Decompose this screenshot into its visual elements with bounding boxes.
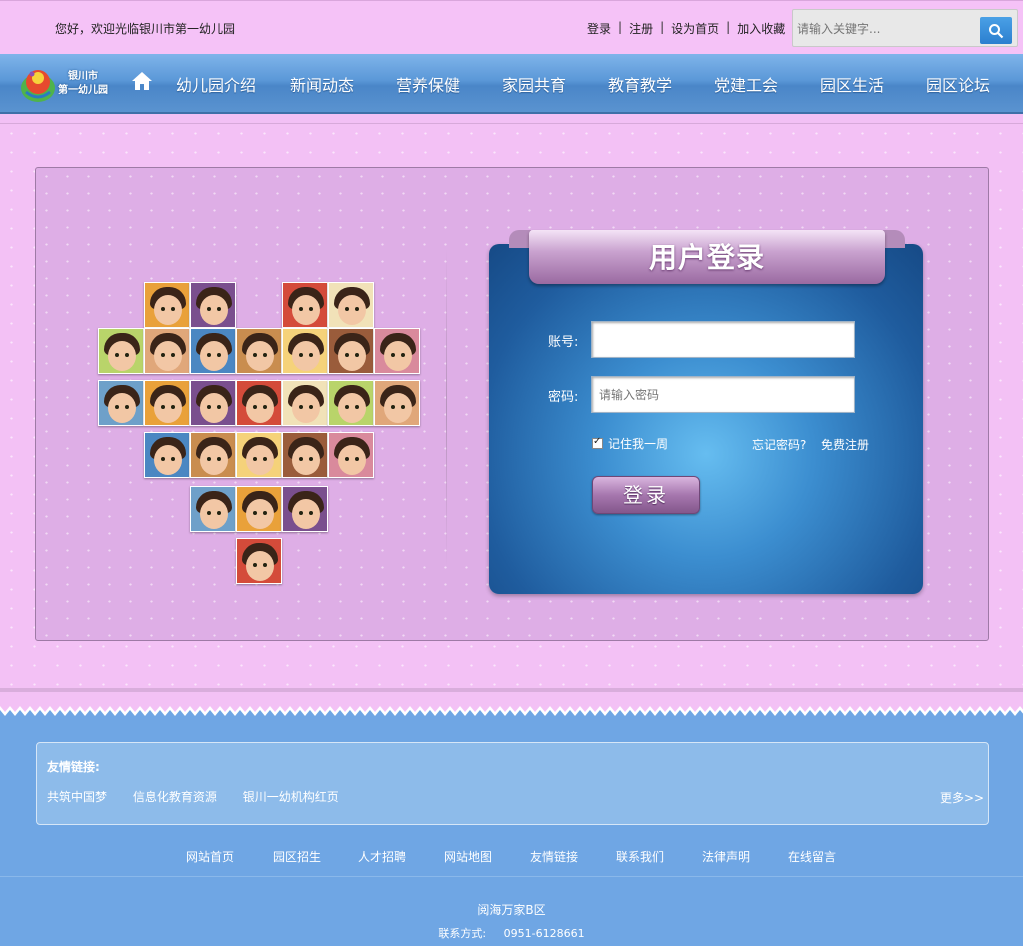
top-bar: 您好，欢迎光临银川市第一幼儿园 登录 | 注册 | 设为首页 | 加入收藏 [0, 0, 1023, 54]
child-photo [374, 380, 420, 426]
child-photo [144, 380, 190, 426]
child-photo [282, 282, 328, 328]
login-ribbon: 用户登录 [509, 230, 905, 286]
divider: | [618, 20, 623, 34]
child-photo [144, 328, 190, 374]
child-photo [236, 538, 282, 584]
login-link[interactable]: 登录 [587, 20, 611, 37]
more-link[interactable]: 更多>> [940, 789, 984, 806]
welcome-text: 您好，欢迎光临银川市第一幼儿园 [55, 22, 236, 36]
nav-item-forum[interactable]: 园区论坛 [926, 72, 990, 96]
contact-label: 联系方式: [438, 927, 487, 940]
child-photo [282, 486, 328, 532]
logo-text: 银川市 第一幼儿园 [58, 70, 108, 98]
footer-link-admission[interactable]: 园区招生 [273, 848, 321, 865]
login-panel [489, 244, 923, 594]
zigzag-shape [0, 688, 1023, 718]
child-photo [190, 328, 236, 374]
friend-links-title: 友情链接: [47, 760, 100, 774]
contact-phone: 0951-6128661 [503, 927, 585, 940]
nav-item-campus-life[interactable]: 园区生活 [820, 72, 884, 96]
child-photo [328, 432, 374, 478]
divider: | [660, 20, 665, 34]
footer-link-contact[interactable]: 联系我们 [616, 848, 664, 865]
child-photo [236, 328, 282, 374]
child-photo [190, 380, 236, 426]
footer-link-friends[interactable]: 友情链接 [530, 848, 578, 865]
friend-link[interactable]: 信息化教育资源 [133, 790, 217, 804]
login-title: 用户登录 [648, 241, 765, 274]
child-photo [282, 328, 328, 374]
main-nav: 银川市 第一幼儿园 幼儿园介绍 新闻动态 营养保健 家园共育 教育教学 党建工会… [0, 54, 1023, 114]
logo-line-1: 银川市 [68, 71, 98, 82]
child-photo [98, 328, 144, 374]
footer-link-jobs[interactable]: 人才招聘 [358, 848, 406, 865]
set-homepage-link[interactable]: 设为首页 [671, 20, 719, 37]
panel-divider [446, 248, 447, 568]
footer-link-message[interactable]: 在线留言 [788, 848, 836, 865]
school-logo[interactable]: 银川市 第一幼儿园 [18, 62, 118, 108]
friend-link[interactable]: 共筑中国梦 [47, 790, 107, 804]
nav-item-intro[interactable]: 幼儿园介绍 [176, 72, 256, 96]
logo-icon [21, 70, 55, 102]
add-favorite-link[interactable]: 加入收藏 [737, 20, 785, 37]
friend-links-box [36, 742, 989, 825]
child-photo [374, 328, 420, 374]
footer-link-home[interactable]: 网站首页 [186, 848, 234, 865]
friend-link[interactable]: 银川一幼机构红页 [243, 790, 339, 804]
separator-band [0, 114, 1023, 124]
child-photo [236, 380, 282, 426]
address: 阅海万家B区 [477, 903, 546, 917]
child-photo [328, 380, 374, 426]
footer-divider [0, 876, 1023, 877]
divider: | [726, 20, 731, 34]
account-label: 账号: [548, 335, 579, 350]
remember-checkbox[interactable] [592, 436, 603, 449]
nav-item-family[interactable]: 家园共育 [502, 72, 566, 96]
home-icon [132, 72, 152, 90]
child-photo [98, 380, 144, 426]
account-field[interactable] [591, 321, 855, 358]
remember-label: 记住我一周 [608, 437, 669, 451]
search-icon [989, 24, 1004, 39]
home-button[interactable] [131, 71, 153, 94]
footer-link-sitemap[interactable]: 网站地图 [444, 848, 492, 865]
zigzag-divider [0, 688, 1023, 718]
top-links: 登录 | 注册 | 设为首页 | 加入收藏 [587, 20, 785, 37]
child-photo [144, 432, 190, 478]
logo-line-2: 第一幼儿园 [58, 85, 108, 96]
register-link[interactable]: 注册 [629, 20, 653, 37]
nav-item-nutrition[interactable]: 营养保健 [396, 72, 460, 96]
free-register-link[interactable]: 免费注册 [821, 436, 869, 453]
child-photo [236, 432, 282, 478]
contact-info: 联系方式: 0951-6128661 [0, 925, 1023, 941]
child-photo [236, 486, 282, 532]
search-box [792, 9, 1018, 47]
nav-item-party[interactable]: 党建工会 [714, 72, 778, 96]
child-photo [190, 432, 236, 478]
search-button[interactable] [980, 17, 1012, 44]
nav-item-teaching[interactable]: 教育教学 [608, 72, 672, 96]
forgot-password-link[interactable]: 忘记密码? [752, 436, 806, 453]
child-photo [144, 282, 190, 328]
password-field[interactable] [591, 376, 855, 413]
child-photo [328, 328, 374, 374]
footer-link-legal[interactable]: 法律声明 [702, 848, 750, 865]
child-photo [328, 282, 374, 328]
friend-links: 共筑中国梦 信息化教育资源 银川一幼机构红页 [47, 788, 361, 805]
login-button[interactable]: 登录 [592, 476, 700, 514]
nav-item-news[interactable]: 新闻动态 [290, 72, 354, 96]
remember-me: 记住我一周 [592, 435, 668, 452]
password-label: 密码: [548, 390, 579, 405]
child-photo [282, 432, 328, 478]
search-input[interactable] [797, 19, 975, 39]
child-photo [282, 380, 328, 426]
child-photo [190, 486, 236, 532]
child-photo [190, 282, 236, 328]
